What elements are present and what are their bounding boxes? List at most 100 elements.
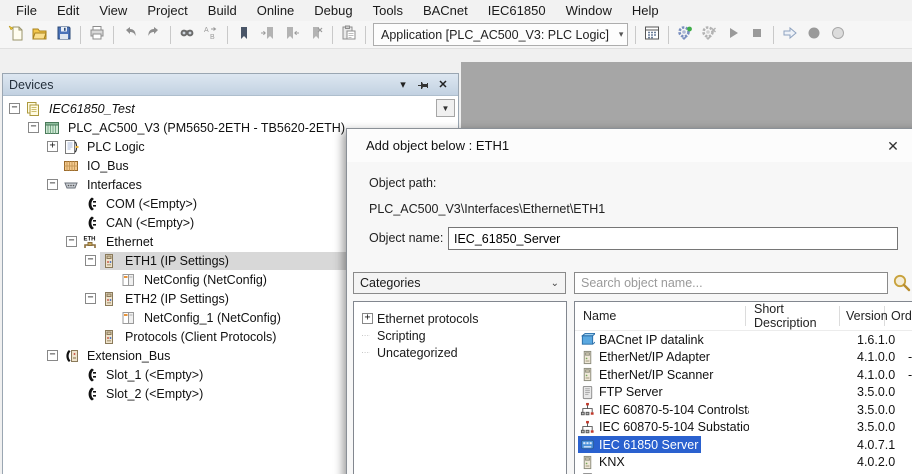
collapse-icon[interactable]: − <box>28 122 39 133</box>
toolbar-breakpoint-empty-button[interactable] <box>827 24 849 46</box>
category-item-label: Uncategorized <box>377 346 458 360</box>
toolbar-find-button[interactable] <box>176 24 198 46</box>
paste-icon <box>341 25 357 44</box>
add-object-dialog: Add object below : ETH1 ✕ Object path: P… <box>346 128 912 474</box>
tree-item-iec61850_test[interactable]: −IEC61850_Test <box>3 99 458 118</box>
undo-icon <box>122 25 138 44</box>
collapse-icon[interactable]: − <box>47 350 58 361</box>
menu-item-project[interactable]: Project <box>137 0 197 21</box>
toolbar-step-over-button[interactable] <box>779 24 801 46</box>
object-name-label: IEC 61850 Server <box>599 438 698 452</box>
menu-item-window[interactable]: Window <box>556 0 622 21</box>
interfaces-icon <box>62 177 79 193</box>
menu-item-edit[interactable]: Edit <box>47 0 89 21</box>
dialog-title: Add object below : ETH1 <box>347 129 912 162</box>
category-item-uncategorized[interactable]: Uncategorized <box>354 344 566 361</box>
table-row[interactable]: KNX4.0.2.0 <box>575 454 912 472</box>
toolbar-login-button[interactable] <box>674 24 696 46</box>
toolbar-logout-button[interactable] <box>698 24 720 46</box>
column-header-name[interactable]: Name <box>575 306 746 326</box>
toolbar-previous-bookmark-button[interactable] <box>281 24 303 46</box>
redo-icon <box>146 25 162 44</box>
toolbar-run-button[interactable] <box>722 24 744 46</box>
search-icon[interactable] <box>892 273 912 293</box>
logout-icon <box>701 25 717 44</box>
ethernet-icon: ETH <box>81 234 98 250</box>
toolbar-redo-button[interactable] <box>143 24 165 46</box>
menu-item-build[interactable]: Build <box>198 0 247 21</box>
next-bookmark-icon <box>260 25 276 44</box>
panel-pin-icon[interactable] <box>414 77 432 93</box>
devices-panel-header: Devices ▾ ✕ <box>3 74 458 96</box>
panel-close-icon[interactable]: ✕ <box>434 77 452 93</box>
toolbar-breakpoint-filled-button[interactable] <box>803 24 825 46</box>
toolbar-stop-button[interactable] <box>746 24 768 46</box>
search-input[interactable] <box>575 273 887 293</box>
toolbar-bookmark-button[interactable] <box>233 24 255 46</box>
chevron-down-icon: ▾ <box>619 29 624 40</box>
menu-item-bacnet[interactable]: BACnet <box>413 0 478 21</box>
collapse-icon[interactable]: − <box>85 255 96 266</box>
name-wrap: IEC 60870-5-104 Substation <box>578 419 749 436</box>
object-table: Name Short Description Version Order BAC… <box>574 301 912 474</box>
table-row[interactable]: IEC 60870-5-104 Substation3.5.0.0 <box>575 419 912 437</box>
column-header-order[interactable]: Order <box>885 306 912 326</box>
toolbar-next-bookmark-button[interactable] <box>257 24 279 46</box>
toolbar-clear-bookmarks-button[interactable] <box>305 24 327 46</box>
menu-item-online[interactable]: Online <box>247 0 305 21</box>
toolbar-build-button[interactable] <box>641 24 663 46</box>
table-row[interactable]: IEC 60870-5-104 Controlstation 3.5.0.0 <box>575 401 912 419</box>
toolbar-print-button[interactable] <box>86 24 108 46</box>
name-wrap: BACnet IP datalink <box>578 331 707 348</box>
table-row[interactable]: EtherNet/IP Scanner4.1.0.0- <box>575 366 912 384</box>
object-name-label: KNX <box>599 455 625 469</box>
toolbar-new-file-button[interactable] <box>5 24 27 46</box>
eth-port-icon <box>100 291 117 307</box>
categories-selector[interactable]: Categories ⌄ <box>353 272 566 294</box>
collapse-icon[interactable]: − <box>85 293 96 304</box>
object-name-input[interactable] <box>448 227 898 250</box>
expand-icon[interactable]: + <box>362 313 373 324</box>
toolbar: AB Application [PLC_AC500_V3: PLC Logic]▾ <box>0 21 912 49</box>
collapse-icon[interactable]: − <box>66 236 77 247</box>
chevron-down-icon: ⌄ <box>551 278 559 289</box>
menu-item-tools[interactable]: Tools <box>363 0 413 21</box>
menu-item-view[interactable]: View <box>89 0 137 21</box>
category-item-label: Scripting <box>377 329 426 343</box>
menu-item-debug[interactable]: Debug <box>304 0 362 21</box>
menu-item-file[interactable]: File <box>6 0 47 21</box>
column-header-short-description[interactable]: Short Description <box>746 306 840 326</box>
toolbar-save-button[interactable] <box>53 24 75 46</box>
table-row[interactable]: FTP Server3.5.0.0 <box>575 384 912 402</box>
svg-text:A: A <box>204 27 209 34</box>
plc-logic-icon <box>62 139 79 155</box>
object-table-body: BACnet IP datalink1.6.1.0EtherNet/IP Ada… <box>575 331 912 474</box>
toolbar-paste-button[interactable] <box>338 24 360 46</box>
expand-icon[interactable]: + <box>47 141 58 152</box>
toolbar-open-project-button[interactable] <box>29 24 51 46</box>
menu-item-iec61850[interactable]: IEC61850 <box>478 0 556 21</box>
toolbar-separator <box>365 26 366 44</box>
table-row[interactable]: EtherNet/IP Adapter4.1.0.0- <box>575 349 912 367</box>
collapse-icon[interactable]: − <box>9 103 20 114</box>
category-item-scripting[interactable]: Scripting <box>354 327 566 344</box>
collapse-icon[interactable]: − <box>47 179 58 190</box>
menu-item-help[interactable]: Help <box>622 0 669 21</box>
category-item-ethernet-protocols[interactable]: +Ethernet protocols <box>354 310 566 327</box>
dialog-close-icon[interactable]: ✕ <box>883 136 903 156</box>
previous-bookmark-icon <box>284 25 300 44</box>
table-row[interactable]: BACnet IP datalink1.6.1.0 <box>575 331 912 349</box>
cell-version: 3.5.0.0 <box>851 403 902 417</box>
panel-menu-chevron-icon[interactable]: ▾ <box>394 77 412 93</box>
categories-selector-value: Categories <box>360 276 420 290</box>
network-tree-icon <box>579 420 595 435</box>
categories-list: +Ethernet protocols Scripting Uncategorize… <box>353 301 567 474</box>
toolbar-undo-button[interactable] <box>119 24 141 46</box>
column-header-version[interactable]: Version <box>840 306 885 326</box>
object-name-label: IEC 60870-5-104 Controlstation <box>599 403 749 417</box>
active-application-selector[interactable]: Application [PLC_AC500_V3: PLC Logic]▾ <box>373 23 628 46</box>
toolbar-replace-button[interactable]: AB <box>200 24 222 46</box>
device-card-icon <box>579 367 595 382</box>
table-row[interactable]: IEC 61850 Server4.0.7.1 <box>575 436 912 454</box>
netconfig-icon <box>119 272 136 288</box>
